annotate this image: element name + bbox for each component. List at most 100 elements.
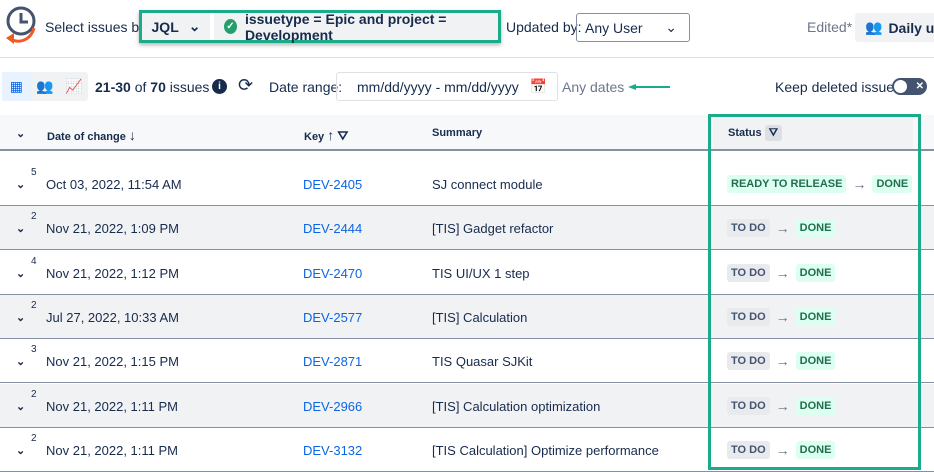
status-from-badge: TO DO bbox=[727, 307, 770, 326]
issue-key-link[interactable]: DEV-2470 bbox=[303, 266, 362, 281]
arrow-right-icon: → bbox=[852, 176, 867, 192]
status-to-badge: DONE bbox=[795, 396, 836, 415]
status-to-badge: DONE bbox=[795, 440, 836, 459]
chevron-down-icon: ⌄ bbox=[188, 18, 201, 34]
change-count: 2 bbox=[31, 211, 37, 223]
issue-summary: [TIS] Calculation optimization bbox=[432, 398, 601, 414]
expand-row-chevron-icon[interactable]: ⌄ bbox=[16, 400, 25, 413]
change-count: 3 bbox=[31, 344, 37, 356]
arrow-right-icon: → bbox=[775, 264, 790, 281]
table-view-icon[interactable]: ▦ bbox=[2, 72, 31, 101]
expand-all-chevron-icon[interactable]: ⌄ bbox=[16, 127, 25, 140]
change-count: 5 bbox=[31, 167, 37, 178]
column-date[interactable]: Date of change ↓ bbox=[47, 127, 136, 143]
issue-count: 21-30 of 70 issues bbox=[95, 79, 210, 95]
expand-row-chevron-icon[interactable]: ⌄ bbox=[16, 444, 25, 457]
issue-key-link[interactable]: DEV-2966 bbox=[303, 399, 362, 414]
any-dates-link[interactable]: Any dates bbox=[562, 79, 624, 95]
column-summary[interactable]: Summary bbox=[432, 127, 482, 139]
issue-key-link[interactable]: DEV-2871 bbox=[303, 354, 362, 369]
view-selector-button[interactable]: 👥 Daily updates bbox=[855, 13, 934, 42]
arrow-right-icon: → bbox=[775, 308, 790, 325]
mode-value: JQL bbox=[151, 18, 179, 35]
date-range-placeholder: mm/dd/yyyy - mm/dd/yyyy bbox=[357, 78, 519, 95]
annotation-arrow-icon bbox=[628, 84, 670, 90]
updated-by-label: Updated by: bbox=[506, 19, 582, 35]
issue-key-link[interactable]: DEV-3132 bbox=[303, 443, 362, 458]
issue-summary: TIS UI/UX 1 step bbox=[432, 265, 530, 281]
issue-key-link[interactable]: DEV-2577 bbox=[303, 310, 362, 325]
arrow-right-icon: → bbox=[775, 441, 790, 458]
select-issues-label: Select issues by: bbox=[45, 19, 151, 35]
date-of-change: Nov 21, 2022, 1:15 PM bbox=[46, 354, 179, 370]
arrow-right-icon: → bbox=[775, 220, 790, 237]
status-from-badge: TO DO bbox=[727, 263, 770, 282]
status-to-badge: DONE bbox=[795, 352, 836, 371]
table-row[interactable]: ⌄ 5 Oct 03, 2022, 11:54 AM DEV-2405 SJ c… bbox=[0, 162, 934, 206]
expand-row-chevron-icon[interactable]: ⌄ bbox=[16, 355, 25, 368]
issue-summary: [TIS Calculation] Optimize performance bbox=[432, 442, 659, 458]
sort-asc-icon: ↑ bbox=[327, 127, 335, 143]
status-from-badge: TO DO bbox=[727, 219, 770, 238]
view-mode-switcher: ▦ 👥 📈 bbox=[2, 72, 88, 101]
keep-deleted-toggle[interactable]: ✕ bbox=[892, 78, 927, 95]
users-view-icon[interactable]: 👥 bbox=[31, 72, 60, 101]
issue-key-link[interactable]: DEV-2405 bbox=[303, 177, 362, 192]
table-row[interactable]: ⌄ 2 Nov 21, 2022, 1:09 PM DEV-2444 [TIS]… bbox=[0, 206, 934, 251]
date-of-change: Nov 21, 2022, 1:11 PM bbox=[46, 398, 179, 414]
table-header: ⌄ Date of change ↓ Key ↑ ⛛ Summary Statu… bbox=[0, 115, 934, 151]
table-row[interactable]: ⌄ 4 Nov 21, 2022, 1:12 PM DEV-2470 TIS U… bbox=[0, 251, 934, 295]
expand-row-chevron-icon[interactable]: ⌄ bbox=[16, 178, 25, 191]
date-range-input[interactable]: mm/dd/yyyy - mm/dd/yyyy 📅 bbox=[336, 72, 558, 101]
divider bbox=[0, 57, 934, 58]
filter-icon: ⛛ bbox=[764, 125, 782, 141]
jql-query-text: issuetype = Epic and project = Developme… bbox=[244, 10, 447, 43]
sort-desc-icon: ↓ bbox=[128, 127, 136, 143]
chart-view-icon[interactable]: 📈 bbox=[59, 72, 88, 101]
date-of-change: Oct 03, 2022, 11:54 AM bbox=[46, 177, 182, 192]
table-row[interactable]: ⌄ 2 Nov 21, 2022, 1:11 PM DEV-2966 [TIS]… bbox=[0, 383, 934, 428]
expand-row-chevron-icon[interactable]: ⌄ bbox=[16, 222, 25, 235]
table-row[interactable]: ⌄ 2 Nov 21, 2022, 1:11 PM DEV-3132 [TIS … bbox=[0, 428, 934, 472]
refresh-icon[interactable]: ⟳ bbox=[238, 75, 253, 96]
status-to-badge: DONE bbox=[795, 263, 836, 282]
change-count: 2 bbox=[31, 388, 37, 400]
jql-query-input[interactable]: ✓ issuetype = Epic and project = Developm… bbox=[214, 10, 498, 43]
column-key[interactable]: Key ↑ ⛛ bbox=[304, 127, 348, 144]
issue-summary: TIS Quasar SJKit bbox=[432, 354, 533, 370]
status-from-badge: TO DO bbox=[727, 352, 770, 371]
view-name: Daily updates bbox=[888, 19, 934, 36]
date-range-label: Date range: bbox=[269, 79, 343, 95]
check-circle-icon: ✓ bbox=[224, 19, 237, 34]
issue-summary: [TIS] Calculation bbox=[432, 309, 528, 325]
change-count: 2 bbox=[31, 432, 37, 444]
updated-by-select[interactable]: Any User ⌄ bbox=[576, 13, 690, 42]
chevron-down-icon: ⌄ bbox=[665, 19, 677, 35]
status-to-badge: DONE bbox=[795, 307, 836, 326]
status-to-badge: DONE bbox=[872, 175, 913, 193]
expand-row-chevron-icon[interactable]: ⌄ bbox=[16, 267, 25, 280]
close-icon: ✕ bbox=[915, 81, 924, 92]
updated-by-value: Any User bbox=[585, 19, 643, 36]
history-logo-icon bbox=[6, 6, 36, 44]
date-of-change: Nov 21, 2022, 1:11 PM bbox=[46, 442, 179, 458]
info-icon[interactable]: i bbox=[212, 79, 227, 94]
expand-row-chevron-icon[interactable]: ⌄ bbox=[16, 311, 25, 324]
table-row[interactable]: ⌄ 2 Jul 27, 2022, 10:33 AM DEV-2577 [TIS… bbox=[0, 294, 934, 339]
issue-key-link[interactable]: DEV-2444 bbox=[303, 221, 362, 236]
issue-summary: SJ connect module bbox=[432, 177, 543, 192]
filter-icon: ⛛ bbox=[337, 128, 349, 143]
status-from-badge: TO DO bbox=[727, 396, 770, 415]
arrow-right-icon: → bbox=[775, 353, 790, 370]
date-of-change: Jul 27, 2022, 10:33 AM bbox=[46, 309, 179, 325]
column-status[interactable]: Status ⛛ bbox=[713, 115, 913, 149]
mode-dropdown[interactable]: JQL ⌄ bbox=[142, 13, 210, 40]
users-icon: 👥 bbox=[865, 19, 883, 35]
arrow-right-icon: → bbox=[775, 397, 790, 414]
date-of-change: Nov 21, 2022, 1:09 PM bbox=[46, 221, 179, 237]
table-row[interactable]: ⌄ 3 Nov 21, 2022, 1:15 PM DEV-2871 TIS Q… bbox=[0, 339, 934, 384]
keep-deleted-label: Keep deleted issues bbox=[775, 79, 902, 95]
issue-summary: [TIS] Gadget refactor bbox=[432, 221, 554, 237]
status-to-badge: DONE bbox=[795, 219, 836, 238]
calendar-icon[interactable]: 📅 bbox=[530, 78, 547, 95]
